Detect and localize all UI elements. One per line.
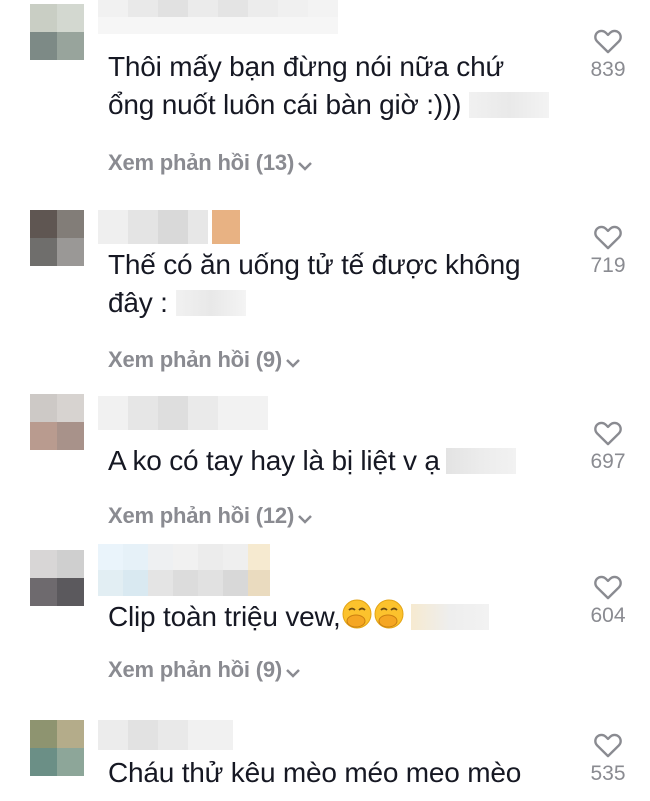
comment-text: Thôi mấy bạn đừng nói nữa chứ ổng nuốt l… xyxy=(108,48,568,124)
avatar[interactable] xyxy=(30,210,84,266)
emoji-blurred xyxy=(469,92,550,118)
like-button[interactable]: 604 xyxy=(580,574,636,628)
comment-item: Thôi mấy bạn đừng nói nữa chứ ổng nuốt l… xyxy=(0,0,650,200)
view-replies-button[interactable]: Xem phản hồi (13) xyxy=(108,150,313,176)
comment-item: Cháu thử kêu mèo méo meo mèo 535 xyxy=(0,700,650,801)
comment-item: Clip toàn triệu vew, Xem phản hồi (9) 60… xyxy=(0,540,650,700)
chevron-down-icon xyxy=(298,162,312,171)
avatar[interactable] xyxy=(30,720,84,776)
like-button[interactable]: 697 xyxy=(580,420,636,474)
like-count: 719 xyxy=(590,254,626,277)
username-blurred[interactable] xyxy=(98,210,248,244)
view-replies-button[interactable]: Xem phản hồi (9) xyxy=(108,347,301,373)
emoji-blurred xyxy=(445,448,516,474)
like-button[interactable]: 719 xyxy=(580,224,636,278)
heart-outline-icon xyxy=(594,225,622,250)
heart-outline-icon xyxy=(594,733,622,758)
like-count: 697 xyxy=(590,450,626,473)
chevron-down-icon xyxy=(298,515,312,524)
comment-text: Cháu thử kêu mèo méo meo mèo xyxy=(108,757,522,788)
emoji-blurred xyxy=(410,604,489,630)
hand-over-mouth-emoji xyxy=(373,598,405,640)
comment-item: Thế có ăn uống tử tế được không đây : Xe… xyxy=(0,200,650,390)
avatar[interactable] xyxy=(30,550,84,606)
heart-outline-icon xyxy=(594,421,622,446)
username-blurred[interactable] xyxy=(98,396,278,430)
like-button[interactable]: 839 xyxy=(580,28,636,82)
view-replies-button[interactable]: Xem phản hồi (12) xyxy=(108,503,313,529)
like-count: 839 xyxy=(590,58,626,81)
avatar[interactable] xyxy=(30,4,84,60)
heart-outline-icon xyxy=(594,575,622,600)
username-blurred[interactable] xyxy=(98,0,358,34)
username-blurred[interactable] xyxy=(98,544,278,596)
username-blurred[interactable] xyxy=(98,720,248,754)
comment-text: Clip toàn triệu vew, xyxy=(108,598,568,640)
chevron-down-icon xyxy=(286,669,300,678)
view-replies-button[interactable]: Xem phản hồi (9) xyxy=(108,657,301,683)
chevron-down-icon xyxy=(286,359,300,368)
emoji-blurred xyxy=(175,290,246,316)
comment-text: A ko có tay hay là bị liệt v ạ xyxy=(108,442,568,480)
comment-item: A ko có tay hay là bị liệt v ạ Xem phản … xyxy=(0,390,650,540)
comment-text: Thế có ăn uống tử tế được không đây : xyxy=(108,249,521,318)
like-button[interactable]: 535 xyxy=(580,732,636,786)
avatar[interactable] xyxy=(30,394,84,450)
heart-outline-icon xyxy=(594,29,622,54)
like-count: 604 xyxy=(590,604,626,627)
hand-over-mouth-emoji xyxy=(341,598,373,640)
like-count: 535 xyxy=(590,762,626,785)
